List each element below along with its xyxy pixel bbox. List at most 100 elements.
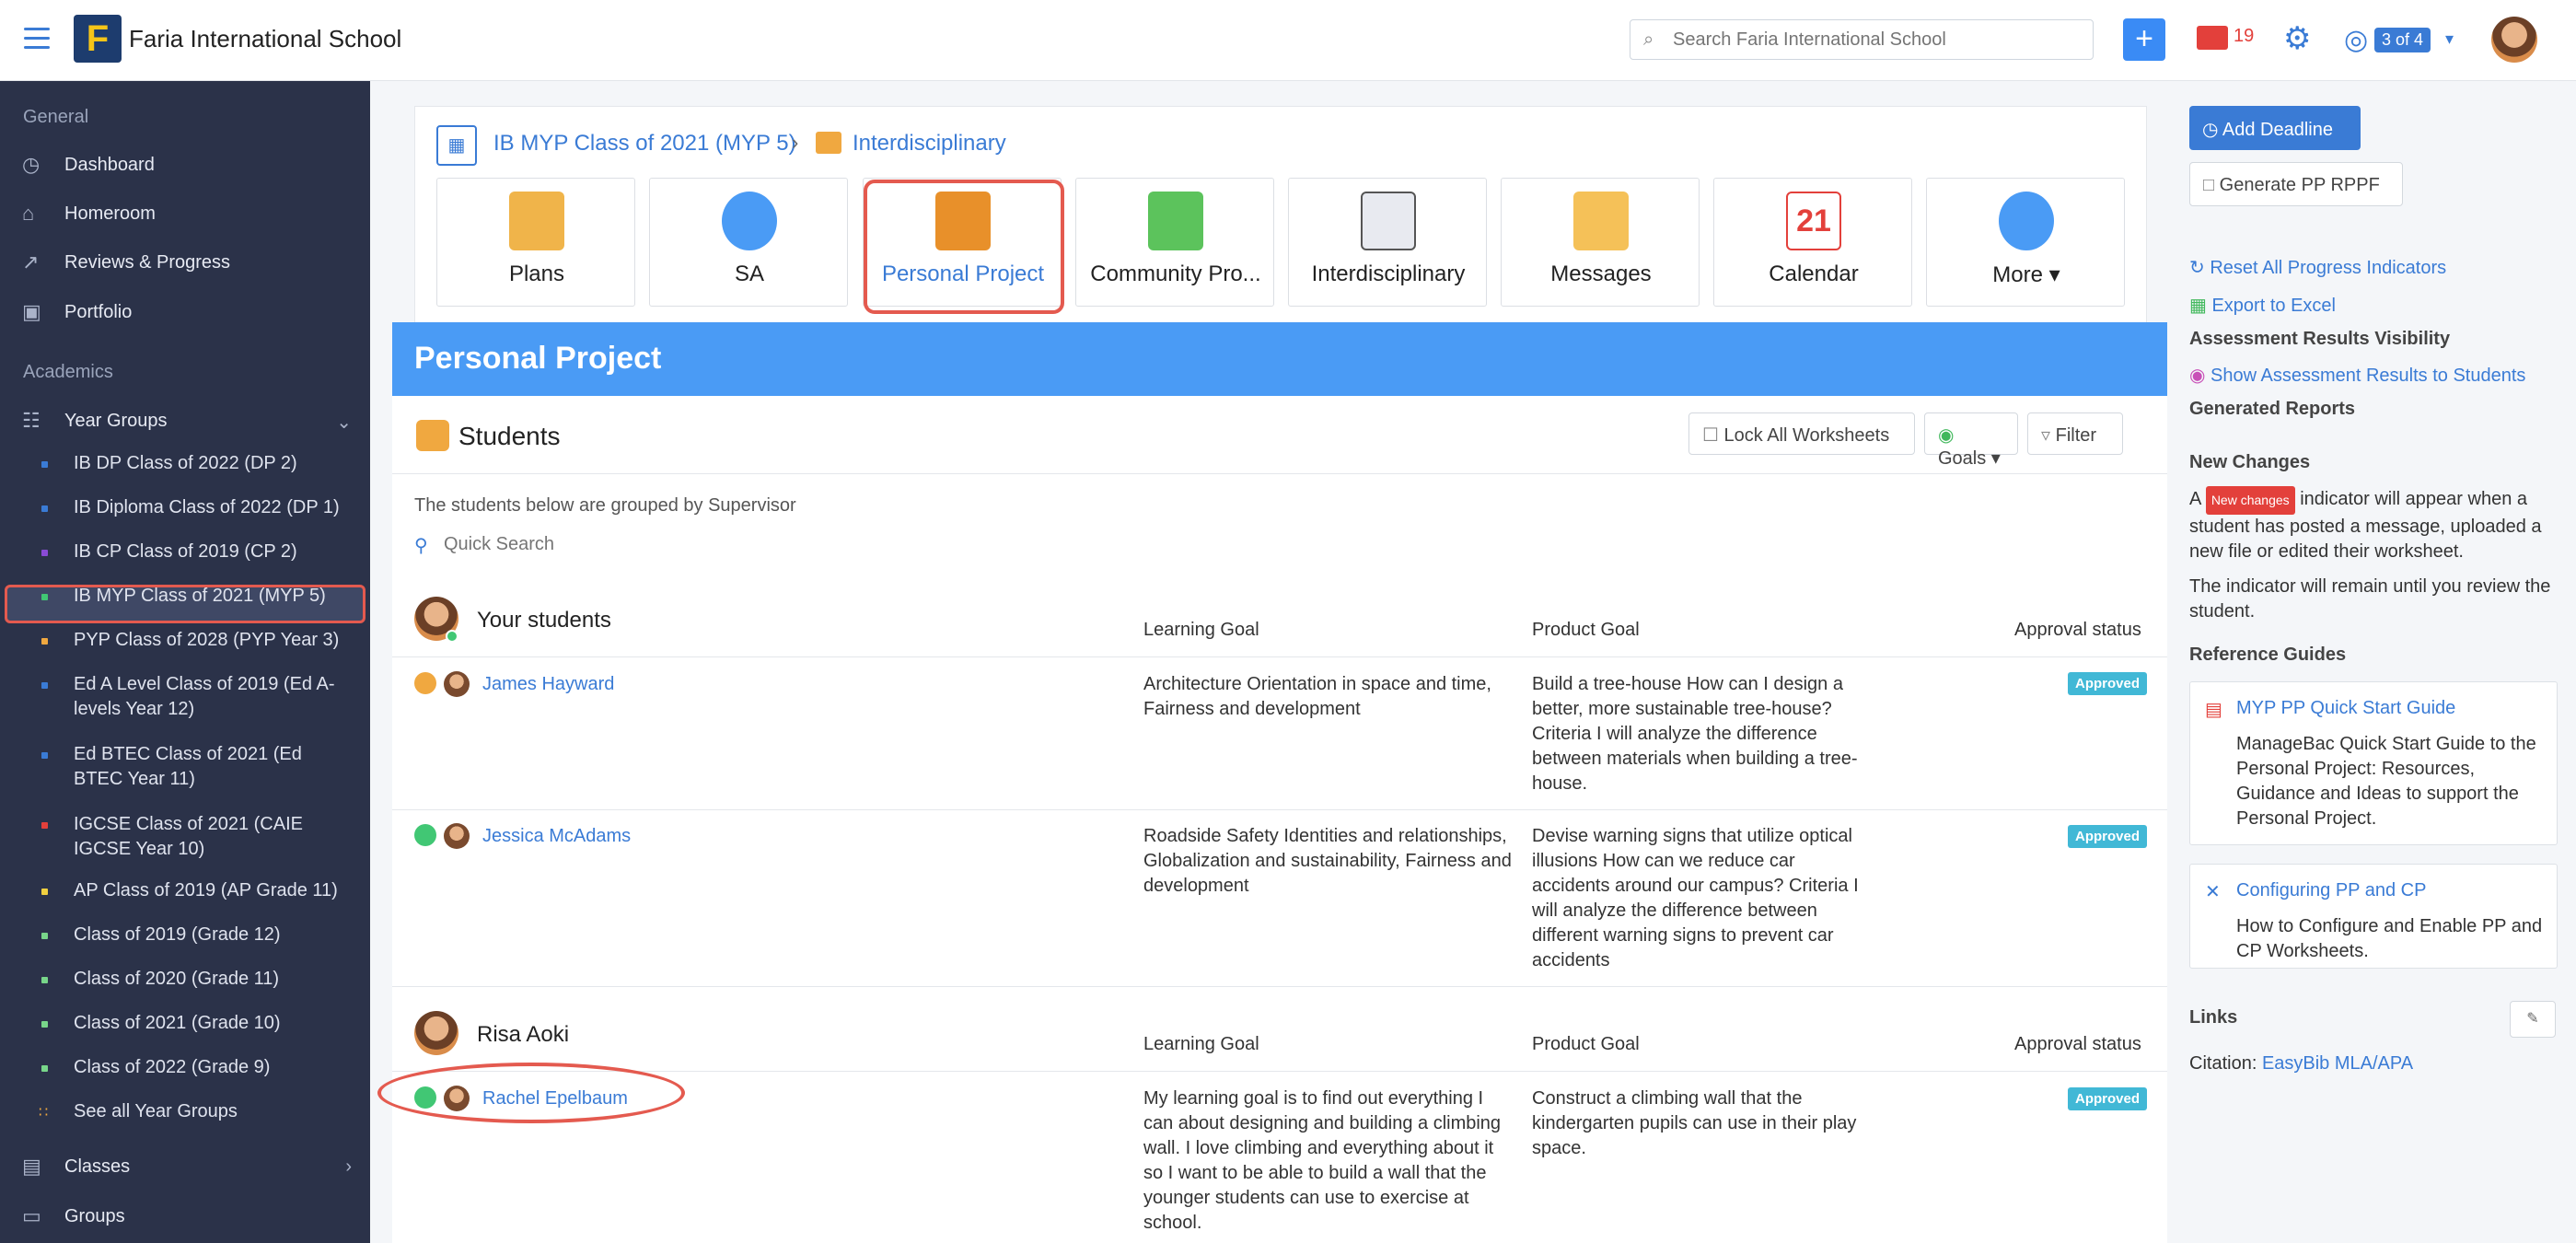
menu-icon[interactable] bbox=[24, 28, 50, 50]
tile-more[interactable]: More ▾ bbox=[1926, 178, 2125, 307]
group-note: The students below are grouped by Superv… bbox=[414, 495, 796, 516]
tools-icon: ✕ bbox=[2205, 882, 2221, 902]
supervisor-name: Your students bbox=[477, 608, 611, 633]
active-tile-highlight bbox=[864, 180, 1064, 314]
search-input[interactable] bbox=[1673, 28, 2078, 52]
export-excel-link[interactable]: ▦ Export to Excel bbox=[2189, 294, 2336, 317]
year-group-label: Ed A Level Class of 2019 (Ed A-levels Ye… bbox=[74, 674, 335, 719]
year-group-dot bbox=[41, 505, 48, 512]
quick-search-input[interactable] bbox=[444, 534, 812, 555]
text-part: A bbox=[2189, 489, 2201, 509]
sidebar-item-label: Dashboard bbox=[64, 155, 155, 175]
product-goal-cell: Construct a climbing wall that the kinde… bbox=[1532, 1088, 1857, 1158]
page-title: Personal Project bbox=[392, 322, 2169, 396]
sidebar-item-homeroom[interactable]: ⌂ Homeroom bbox=[18, 196, 359, 233]
document-icon: ▤ bbox=[2205, 700, 2222, 720]
year-group-label: Class of 2022 (Grade 9) bbox=[74, 1057, 271, 1077]
sidebar: General ◷ Dashboard ⌂ Homeroom ↗ Reviews… bbox=[0, 81, 370, 1243]
sidebar-item-classes[interactable]: ▤ Classes › bbox=[18, 1149, 359, 1186]
add-deadline-button[interactable]: ◷ Add Deadline bbox=[2189, 106, 2361, 150]
student-avatar bbox=[444, 671, 470, 697]
online-status-icon bbox=[446, 630, 458, 643]
tile-plans[interactable]: Plans bbox=[436, 178, 635, 307]
links-heading: Links bbox=[2189, 1007, 2238, 1028]
breadcrumb-current[interactable]: Interdisciplinary bbox=[853, 131, 1006, 157]
eye-icon: ◉ bbox=[1938, 425, 1955, 446]
year-group-label: Class of 2021 (Grade 10) bbox=[74, 1013, 281, 1033]
tile-messages[interactable]: Messages bbox=[1501, 178, 1700, 307]
tile-label: More ▾ bbox=[1992, 262, 2060, 287]
sidebar-item-groups[interactable]: ▭ Groups bbox=[18, 1199, 359, 1236]
refresh-icon: ↻ bbox=[2189, 258, 2205, 278]
status-badge: Approved bbox=[2068, 1087, 2148, 1110]
user-avatar[interactable] bbox=[2491, 17, 2537, 63]
tile-community-project[interactable]: Community Pro... bbox=[1075, 178, 1274, 307]
sidebar-item-dashboard[interactable]: ◷ Dashboard bbox=[18, 147, 359, 184]
new-changes-text: A New changes indicator will appear when… bbox=[2189, 486, 2558, 564]
reference-guide-link[interactable]: Configuring PP and CP bbox=[2236, 880, 2426, 901]
student-name-link[interactable]: Jessica McAdams bbox=[482, 826, 631, 847]
filter-button[interactable]: ▿ Filter bbox=[2027, 412, 2123, 455]
edit-links-button[interactable]: ✎ bbox=[2510, 1001, 2556, 1038]
school-logo[interactable]: F bbox=[74, 15, 122, 63]
row-divider bbox=[392, 656, 2169, 657]
message-status-icon bbox=[414, 824, 436, 846]
chart-icon: ↗ bbox=[22, 250, 40, 273]
tile-sa[interactable]: SA bbox=[649, 178, 848, 307]
learning-goal-cell: Roadside Safety Identities and relations… bbox=[1143, 826, 1512, 896]
citation-link[interactable]: EasyBib MLA/APA bbox=[2262, 1053, 2413, 1074]
reset-progress-link[interactable]: ↻ Reset All Progress Indicators bbox=[2189, 256, 2446, 279]
search-icon: ⌕ bbox=[1643, 29, 1654, 50]
document-icon: □ bbox=[2203, 175, 2215, 195]
mail-icon[interactable] bbox=[2197, 26, 2228, 50]
academics-heading: Academics bbox=[23, 362, 113, 382]
tile-interdisciplinary[interactable]: Interdisciplinary bbox=[1288, 178, 1487, 307]
student-name-link[interactable]: James Hayward bbox=[482, 674, 614, 695]
reference-guide-card[interactable]: ▤ MYP PP Quick Start Guide ManageBac Qui… bbox=[2189, 681, 2558, 845]
reference-guide-link[interactable]: MYP PP Quick Start Guide bbox=[2236, 698, 2455, 719]
lock-all-worksheets-button[interactable]: ☐ Lock All Worksheets bbox=[1688, 412, 1915, 455]
grid-icon[interactable]: ▦ bbox=[436, 125, 477, 166]
gear-icon[interactable]: ⚙ bbox=[2283, 20, 2311, 57]
year-group-label: IB CP Class of 2019 (CP 2) bbox=[74, 541, 297, 562]
help-icon[interactable]: ◎ bbox=[2344, 24, 2368, 56]
see-all-label: See all Year Groups bbox=[74, 1101, 238, 1121]
sidebar-item-year-groups[interactable]: ☷ Year Groups ⌄ bbox=[18, 403, 359, 440]
tile-label: Plans bbox=[508, 261, 565, 286]
tile-calendar[interactable]: 21 Calendar bbox=[1713, 178, 1912, 307]
generated-reports-heading: Generated Reports bbox=[2189, 399, 2356, 419]
chevron-down-icon[interactable]: ▾ bbox=[2445, 29, 2454, 49]
column-header-product-goal: Product Goal bbox=[1532, 620, 1640, 640]
row-divider bbox=[392, 809, 2169, 810]
sidebar-item-portfolio[interactable]: ▣ Portfolio bbox=[18, 295, 359, 331]
breadcrumb-parent[interactable]: IB MYP Class of 2021 (MYP 5) bbox=[493, 131, 796, 157]
show-assessment-link[interactable]: ◉ Show Assessment Results to Students bbox=[2189, 364, 2525, 387]
indicator-text: The indicator will remain until you revi… bbox=[2189, 576, 2551, 622]
classes-icon: ▤ bbox=[22, 1155, 41, 1178]
button-label: Lock All Worksheets bbox=[1723, 425, 1890, 446]
supervisor-name: Risa Aoki bbox=[477, 1022, 570, 1047]
tile-label: Messages bbox=[1550, 261, 1652, 286]
learning-goal-cell: My learning goal is to find out everythi… bbox=[1143, 1088, 1502, 1233]
reference-guide-card[interactable]: ✕ Configuring PP and CP How to Configure… bbox=[2189, 864, 2558, 969]
sidebar-item-reviews[interactable]: ↗ Reviews & Progress bbox=[18, 245, 359, 282]
add-button[interactable]: + bbox=[2123, 18, 2165, 61]
link-label: Show Assessment Results to Students bbox=[2210, 366, 2526, 386]
mail-count[interactable]: 19 bbox=[2234, 26, 2254, 47]
year-group-dot bbox=[41, 889, 48, 895]
global-search[interactable]: ⌕ bbox=[1630, 19, 2094, 60]
clock-icon: ◷ bbox=[2202, 120, 2219, 140]
pencil-icon: ✎ bbox=[2526, 1011, 2539, 1027]
year-group-dot bbox=[41, 1065, 48, 1072]
tile-label: Interdisciplinary bbox=[1311, 261, 1466, 286]
school-name[interactable]: Faria International School bbox=[129, 25, 401, 53]
groups-icon: ▭ bbox=[22, 1204, 41, 1227]
students-card: Students ☐ Lock All Worksheets ◉ Goals ▾… bbox=[392, 396, 2169, 1243]
year-group-dot bbox=[41, 1021, 48, 1028]
year-group-label: Class of 2020 (Grade 11) bbox=[74, 969, 280, 989]
page-indicator[interactable]: 3 of 4 bbox=[2374, 28, 2431, 52]
generate-rppf-button[interactable]: □ Generate PP RPPF bbox=[2189, 162, 2403, 206]
goals-dropdown[interactable]: ◉ Goals ▾ bbox=[1924, 412, 2018, 469]
student-highlight bbox=[377, 1063, 685, 1123]
grid-dots-icon: ∷ bbox=[39, 1105, 49, 1121]
